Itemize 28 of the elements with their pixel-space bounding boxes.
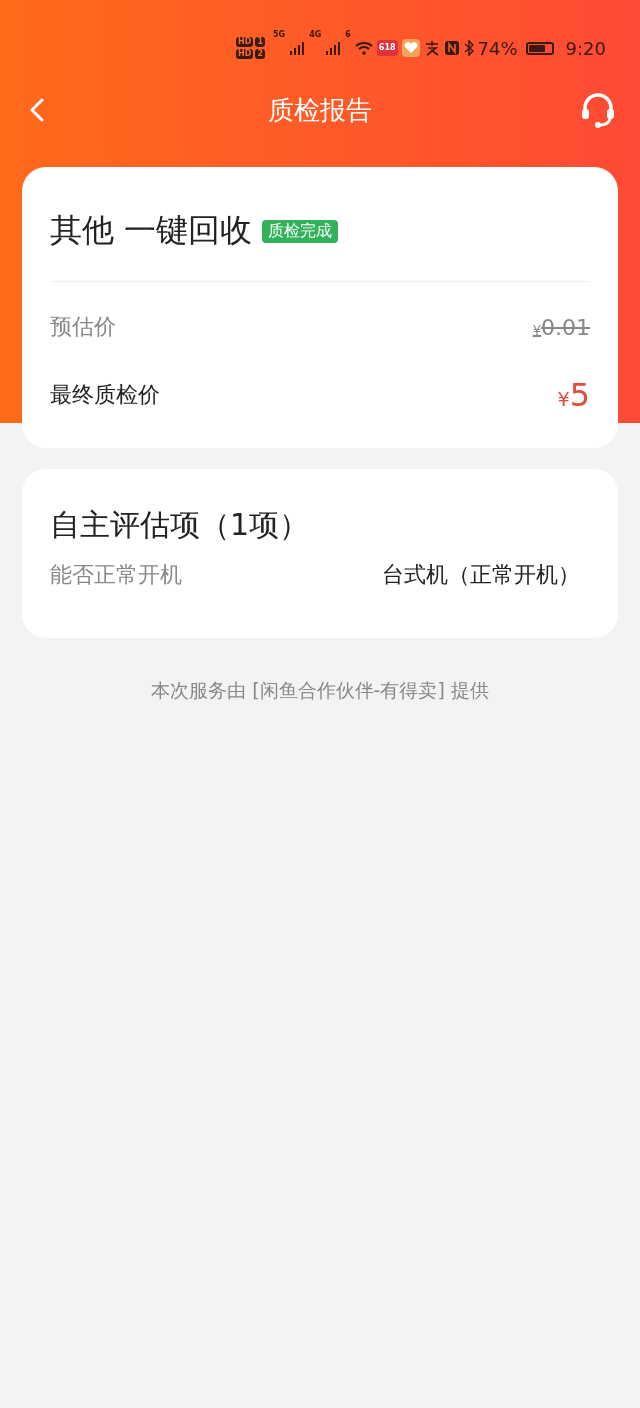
price-label: 预估价: [50, 313, 116, 341]
signal-icon: [289, 40, 306, 56]
price-label: 最终质检价: [50, 381, 160, 409]
final-price: ¥5: [557, 376, 590, 414]
product-title: 其他 一键回收: [50, 210, 253, 251]
provider-note: 本次服务由 [闲鱼合作伙伴-有得卖] 提供: [150, 678, 490, 703]
sim-slot: 1: [255, 37, 265, 47]
nfc-icon: [443, 40, 460, 56]
page-title: 质检报告: [268, 93, 372, 127]
bluetooth-icon: [463, 40, 474, 56]
network-type: 4G: [309, 30, 322, 39]
wifi-icon: [354, 41, 373, 55]
battery-icon: [525, 41, 554, 55]
estimated-price: ¥0.01: [532, 314, 590, 340]
item-label: 能否正常开机: [50, 561, 182, 589]
network-type: 5G: [273, 30, 286, 39]
app-notification-icon: 618: [376, 40, 398, 56]
back-button[interactable]: [30, 98, 44, 122]
sim-slot: 2: [255, 49, 265, 59]
signal-icon: [325, 40, 342, 56]
sim-label: HD: [236, 37, 254, 47]
section-title: 自主评估项（1项）: [50, 506, 311, 544]
sim-label: HD: [236, 49, 254, 59]
battery-percent: 74%: [477, 37, 518, 59]
item-value: 台式机（正常开机）: [382, 561, 580, 589]
status-badge: 质检完成: [262, 219, 339, 243]
clock: 9:20: [565, 37, 606, 59]
wifi-version: 6: [345, 30, 351, 39]
